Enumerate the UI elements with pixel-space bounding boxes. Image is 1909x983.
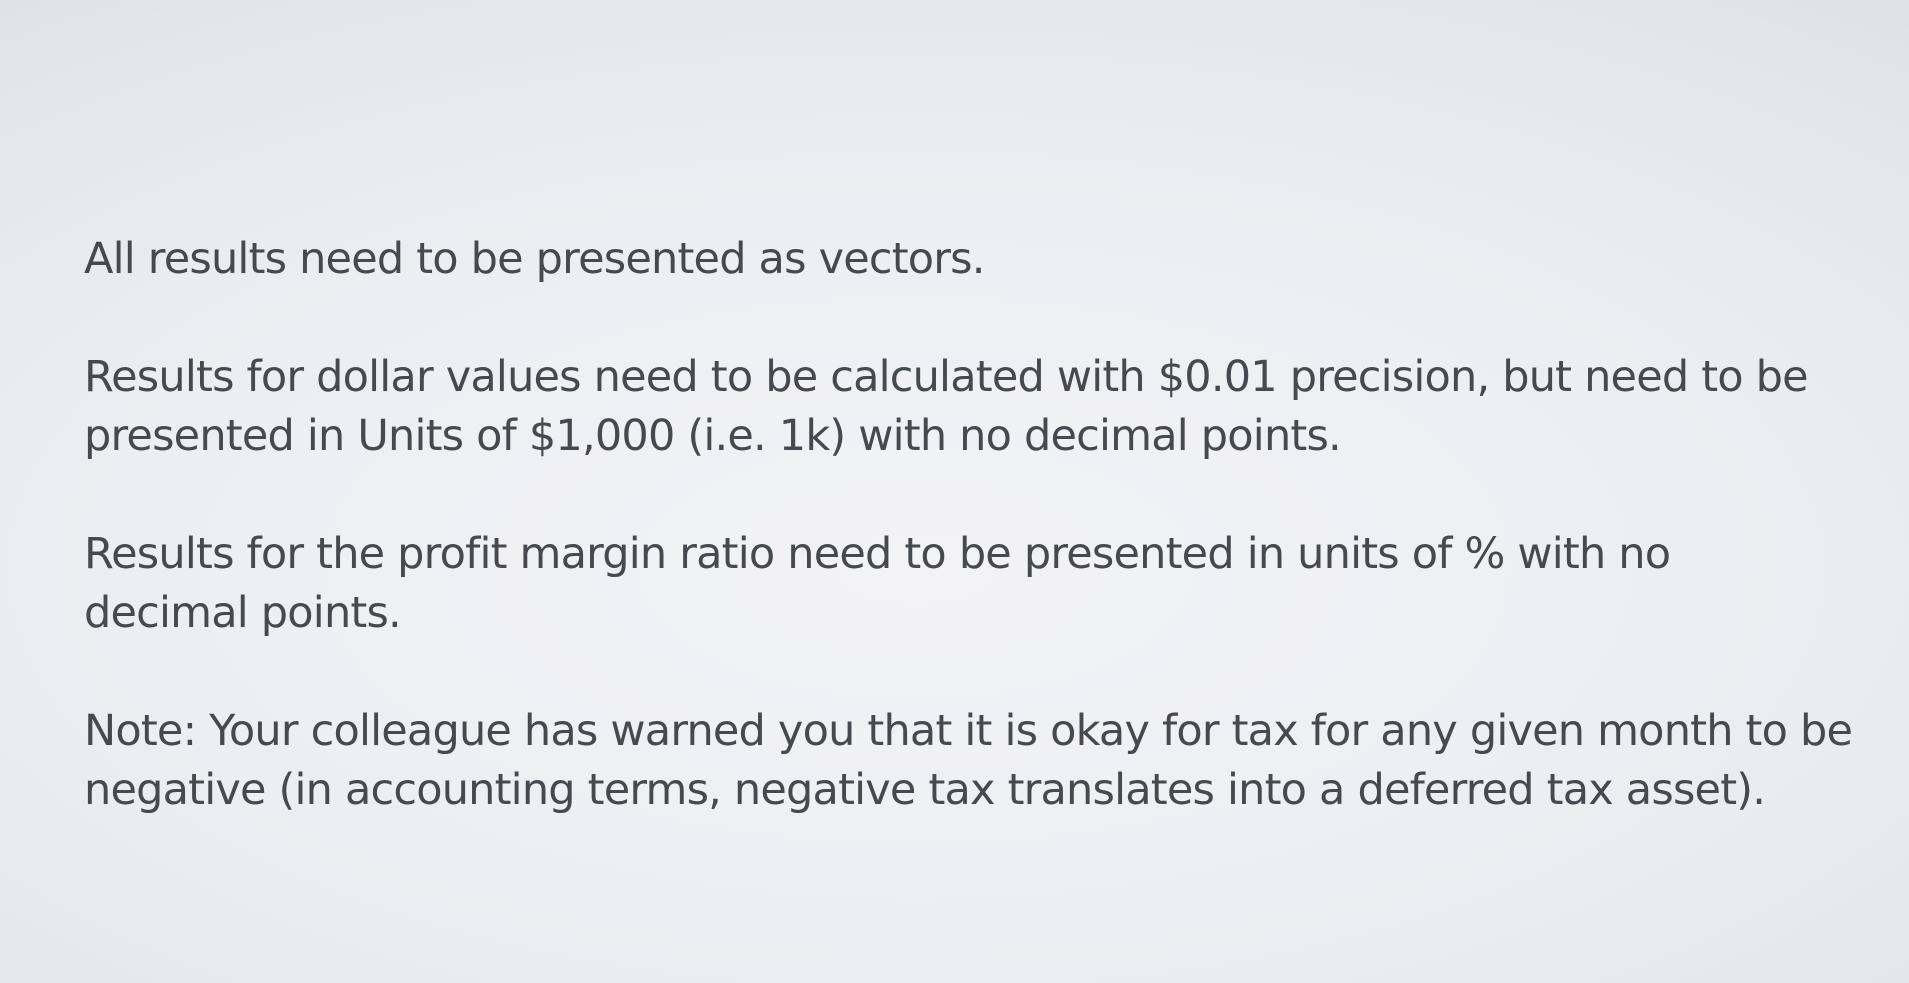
paragraph-tax-note: Note: Your colleague has warned you that… [84, 706, 1853, 815]
paragraph-dollar-precision: Results for dollar values need to be cal… [84, 352, 1809, 461]
slide-body: All results need to be presented as vect… [84, 230, 1884, 879]
paragraph-profit-margin: Results for the profit margin ratio need… [84, 529, 1671, 638]
presentation-slide: All results need to be presented as vect… [0, 0, 1909, 983]
paragraph-vectors: All results need to be presented as vect… [84, 234, 985, 284]
